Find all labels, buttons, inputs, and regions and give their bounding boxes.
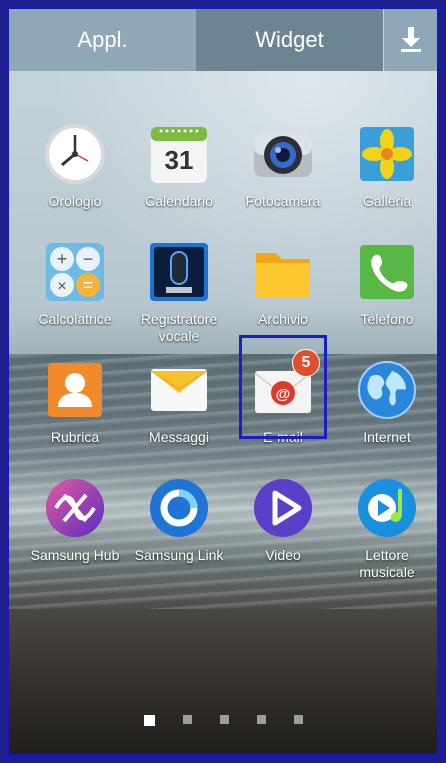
app-label-line2: musicale xyxy=(359,564,415,580)
app-samsung-hub[interactable]: Samsung Hub xyxy=(23,477,127,564)
selection-highlight xyxy=(239,335,327,439)
tab-bar: Appl. Widget xyxy=(9,9,437,71)
svg-text:−: − xyxy=(83,249,94,269)
app-galleria[interactable]: Galleria xyxy=(335,123,437,210)
svg-text:=: = xyxy=(83,275,94,295)
svg-text:+: + xyxy=(57,249,68,269)
video-icon xyxy=(252,477,314,539)
app-telefono[interactable]: Telefono xyxy=(335,241,437,328)
download-icon xyxy=(400,27,421,52)
download-button[interactable] xyxy=(383,9,437,71)
globe-icon xyxy=(356,359,418,421)
app-label: Telefono xyxy=(360,311,414,327)
samsung-link-icon xyxy=(148,477,210,539)
app-archivio[interactable]: Archivio xyxy=(231,241,335,328)
app-label: Lettore xyxy=(365,547,409,563)
app-label: Messaggi xyxy=(149,429,209,445)
app-label: Registratore xyxy=(140,311,218,327)
app-rubrica[interactable]: Rubrica xyxy=(23,359,127,446)
app-label: Fotocamera xyxy=(245,193,321,209)
page-dot[interactable] xyxy=(293,715,303,724)
app-registratore-vocale[interactable]: Registratore vocale xyxy=(127,241,231,345)
page-dot[interactable] xyxy=(182,715,192,724)
app-label: Internet xyxy=(363,429,411,445)
page-indicator[interactable] xyxy=(9,715,437,731)
app-lettore-musicale[interactable]: Lettore musicale xyxy=(335,477,437,581)
phone-icon xyxy=(356,241,418,303)
app-label: Calcolatrice xyxy=(38,311,112,327)
app-label: Samsung Hub xyxy=(30,547,120,563)
app-label: Video xyxy=(265,547,301,563)
page-dot[interactable] xyxy=(219,715,229,724)
music-player-icon xyxy=(356,477,418,539)
tab-widget[interactable]: Widget xyxy=(196,9,383,71)
app-calendario[interactable]: 31 Calendario xyxy=(127,123,231,210)
calendar-icon: 31 xyxy=(148,123,210,185)
microphone-icon xyxy=(148,241,210,303)
app-internet[interactable]: Internet xyxy=(335,359,437,446)
messages-icon xyxy=(148,359,210,421)
svg-text:×: × xyxy=(57,278,66,295)
app-messaggi[interactable]: Messaggi xyxy=(127,359,231,446)
app-label: Rubrica xyxy=(50,429,100,445)
page-dot[interactable] xyxy=(256,715,266,724)
camera-icon xyxy=(252,123,314,185)
app-calcolatrice[interactable]: + − × = Calcolatrice xyxy=(23,241,127,328)
home-screen: Appl. Widget Orologio 31 Calendario Foto… xyxy=(6,6,440,757)
page-dot[interactable] xyxy=(143,715,155,726)
app-label: Archivio xyxy=(258,311,308,327)
tab-appl[interactable]: Appl. xyxy=(9,9,196,71)
clock-icon xyxy=(44,123,106,185)
app-label: Orologio xyxy=(48,193,102,209)
calendar-day: 31 xyxy=(164,145,194,175)
folder-icon xyxy=(252,241,314,303)
samsung-hub-icon xyxy=(44,477,106,539)
app-fotocamera[interactable]: Fotocamera xyxy=(231,123,335,210)
app-label: Calendario xyxy=(145,193,213,209)
app-orologio[interactable]: Orologio xyxy=(23,123,127,210)
app-label: Samsung Link xyxy=(134,547,224,563)
app-samsung-link[interactable]: Samsung Link xyxy=(127,477,231,564)
wallpaper-sand xyxy=(9,609,437,754)
gallery-icon xyxy=(356,123,418,185)
calculator-icon: + − × = xyxy=(44,241,106,303)
app-label-line2: vocale xyxy=(158,328,200,344)
app-video[interactable]: Video xyxy=(231,477,335,564)
contacts-icon xyxy=(44,359,106,421)
app-label: Galleria xyxy=(362,193,412,209)
